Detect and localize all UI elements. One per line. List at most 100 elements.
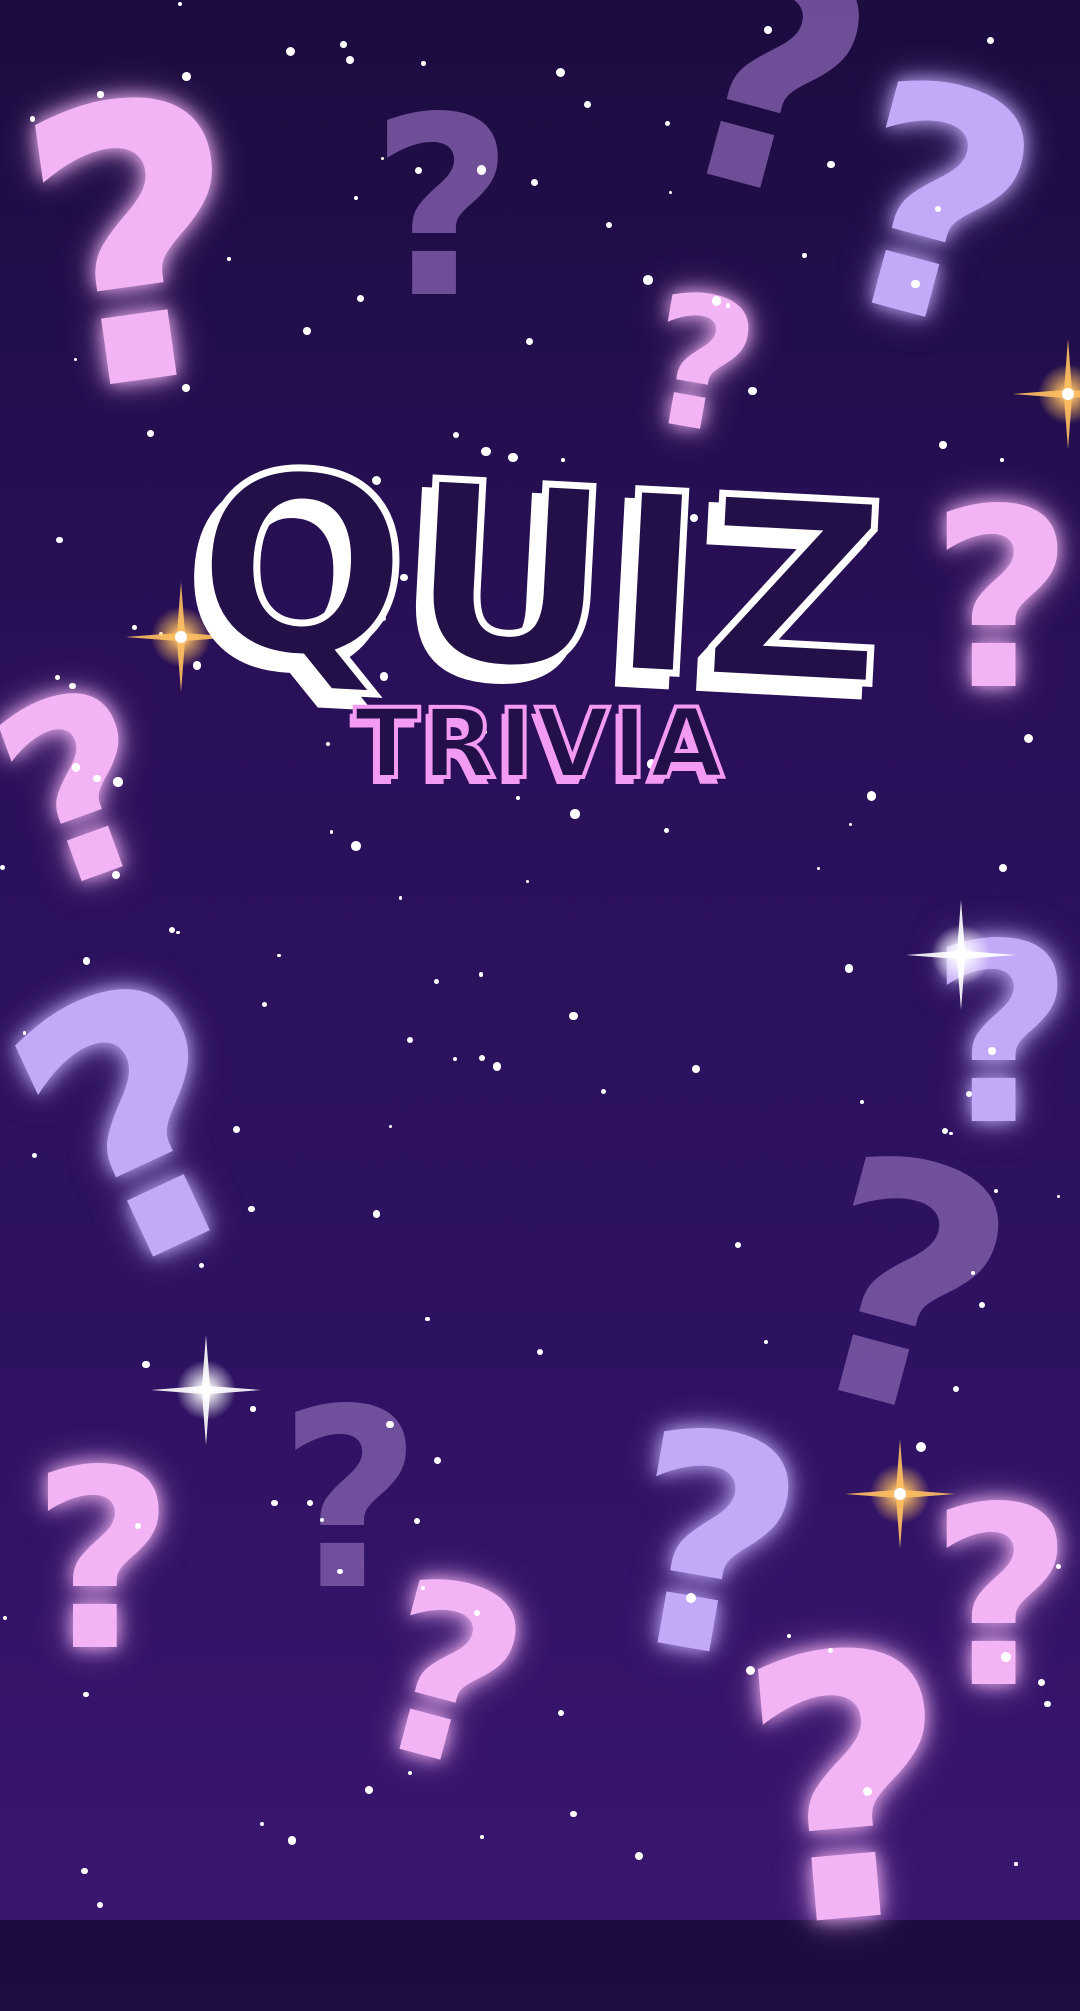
star-dot	[1001, 1651, 1011, 1662]
star-dot	[303, 327, 311, 335]
star-dot	[664, 120, 670, 126]
title-letter-z: Z	[693, 439, 896, 746]
star-dot	[81, 1867, 88, 1874]
star-dot	[827, 1648, 833, 1653]
star-dot	[22, 1031, 27, 1035]
star-dot	[340, 41, 347, 49]
question-mark-icon: ?	[370, 65, 514, 354]
star-dot	[763, 25, 772, 34]
star-dot	[526, 880, 530, 884]
star-dot	[227, 257, 231, 261]
star-dot	[910, 279, 920, 289]
star-dot	[998, 863, 1007, 873]
star-dot	[307, 1500, 314, 1506]
star-dot	[605, 221, 613, 229]
star-dot	[285, 46, 295, 57]
star-dot	[421, 61, 426, 66]
star-dot	[96, 1901, 103, 1908]
star-dot	[385, 1420, 394, 1429]
question-mark-icon: ?	[0, 895, 321, 1359]
star-dot	[356, 294, 364, 302]
star-dot	[232, 1125, 240, 1133]
star-dot	[433, 1457, 442, 1465]
star-dot	[169, 927, 176, 934]
star-dot	[557, 1710, 565, 1717]
star-dot	[748, 386, 757, 396]
star-dot	[354, 195, 359, 200]
question-mark-icon: ?	[726, 1570, 974, 2011]
star-dot	[479, 1834, 484, 1839]
star-dot	[182, 384, 190, 392]
star-dot	[711, 295, 722, 306]
star-dot	[345, 55, 354, 64]
star-dot	[83, 1691, 89, 1698]
star-dot	[570, 1810, 578, 1818]
star-dot	[407, 1036, 414, 1043]
title-letter-q: Q	[185, 413, 419, 722]
sparkle-icon	[906, 900, 1017, 1011]
splash-background: ????????????????	[0, 0, 1080, 2011]
sparkle-icon	[1012, 339, 1080, 450]
star-dot	[350, 841, 361, 852]
sparkle-icon	[150, 1334, 261, 1445]
star-dot	[816, 866, 820, 870]
star-dot	[3, 1615, 8, 1621]
star-dot	[763, 1339, 768, 1344]
star-dot	[277, 953, 281, 957]
star-dot	[643, 275, 653, 285]
star-dot	[259, 1821, 265, 1827]
star-dot	[182, 71, 191, 81]
star-dot	[329, 830, 334, 834]
star-dot	[388, 1124, 392, 1128]
star-dot	[1000, 458, 1004, 462]
star-dot	[691, 1064, 700, 1073]
star-dot	[845, 964, 854, 973]
game-subtitle-trivia: TRIVIA	[352, 686, 726, 802]
star-dot	[859, 1099, 864, 1105]
star-dot	[735, 1242, 742, 1248]
star-dot	[29, 116, 36, 122]
title-letter-u: U	[397, 424, 622, 732]
star-dot	[452, 1056, 458, 1061]
star-dot	[849, 823, 853, 827]
star-dot	[664, 828, 670, 834]
star-dot	[600, 1088, 607, 1095]
star-dot	[271, 1500, 278, 1507]
star-dot	[31, 1152, 37, 1158]
star-dot	[570, 809, 580, 819]
star-dot	[492, 1062, 501, 1071]
star-dot	[288, 1836, 297, 1845]
star-dot	[248, 1205, 255, 1213]
star-dot	[569, 1012, 578, 1021]
star-dot	[685, 1592, 696, 1603]
star-dot	[82, 957, 91, 965]
star-dot	[802, 253, 808, 258]
star-dot	[939, 441, 947, 449]
star-dot	[970, 1271, 975, 1275]
title-letter-i: I	[600, 434, 715, 736]
star-dot	[111, 870, 120, 879]
star-dot	[425, 1316, 430, 1322]
sparkle-icon	[845, 1438, 955, 1549]
star-dot	[434, 979, 439, 984]
star-dot	[1044, 1701, 1051, 1708]
star-dot	[0, 865, 5, 871]
star-dot	[530, 178, 539, 187]
star-dot	[986, 36, 994, 44]
question-mark-icon: ?	[30, 1418, 175, 1707]
star-dot	[177, 1, 182, 6]
star-dot	[555, 67, 566, 78]
star-dot	[965, 1091, 972, 1098]
star-dot	[993, 1188, 998, 1194]
star-dot	[934, 205, 942, 212]
star-dot	[476, 165, 486, 175]
star-dot	[537, 1349, 544, 1356]
star-dot	[176, 930, 180, 935]
star-dot	[97, 91, 104, 98]
star-dot	[372, 1210, 380, 1218]
star-dot	[1056, 1195, 1060, 1199]
star-dot	[1014, 1862, 1018, 1866]
star-dot	[583, 100, 591, 109]
star-dot	[635, 1852, 644, 1861]
star-dot	[398, 896, 402, 900]
